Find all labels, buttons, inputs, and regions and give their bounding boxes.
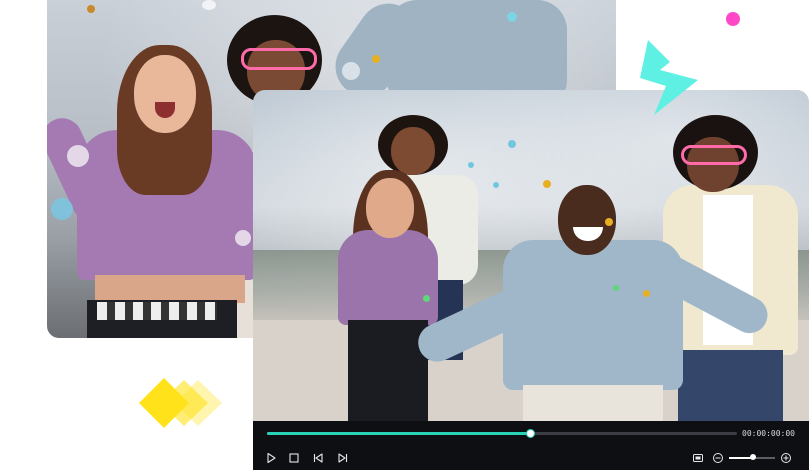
timeline-progress xyxy=(267,432,531,435)
fullscreen-icon xyxy=(693,454,703,462)
player-controls: 00:00:00:00 xyxy=(253,421,809,470)
lightning-bolt-icon xyxy=(640,40,698,115)
pink-dot xyxy=(726,12,740,26)
timeline-scrubber[interactable] xyxy=(267,429,737,438)
fullscreen-button[interactable] xyxy=(690,450,706,466)
zoom-in-button[interactable] xyxy=(778,450,794,466)
photo-person xyxy=(47,20,267,338)
zoom-slider[interactable] xyxy=(729,454,775,460)
zoom-handle[interactable] xyxy=(749,454,756,460)
photo-person xyxy=(411,185,774,421)
previous-frame-button[interactable] xyxy=(310,450,326,466)
stop-icon xyxy=(289,453,299,463)
timecode: 00:00:00:00 xyxy=(742,429,795,438)
playhead-handle[interactable] xyxy=(526,429,536,438)
diamond-shapes-icon xyxy=(139,378,222,428)
previous-frame-icon xyxy=(313,453,323,463)
video-preview[interactable] xyxy=(253,90,809,421)
play-icon xyxy=(267,452,276,464)
zoom-out-button[interactable] xyxy=(710,450,726,466)
stop-button[interactable] xyxy=(286,450,302,466)
next-frame-button[interactable] xyxy=(335,450,351,466)
zoom-out-icon xyxy=(713,453,723,463)
zoom-in-icon xyxy=(781,453,791,463)
next-frame-icon xyxy=(338,453,348,463)
play-button[interactable] xyxy=(263,450,279,466)
